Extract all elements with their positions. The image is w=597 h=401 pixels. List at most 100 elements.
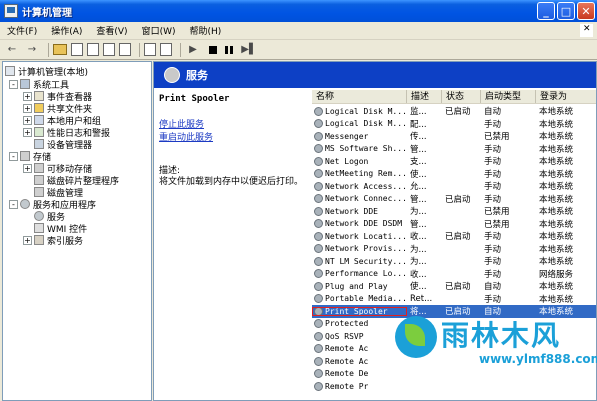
back-arrow-icon[interactable]: ←: [4, 42, 20, 58]
service-gear-icon: [314, 369, 323, 379]
service-startup-type: 已禁用: [484, 207, 510, 218]
tree-item[interactable]: 设备管理器: [23, 138, 92, 151]
service-name: Remote Pr: [325, 381, 369, 391]
tree-item[interactable]: + 索引服务: [23, 234, 83, 247]
tree-item[interactable]: - 系统工具: [9, 78, 69, 91]
service-log-on-as: 本地系统: [539, 182, 574, 193]
menu-file[interactable]: 文件(F): [0, 24, 44, 37]
service-description: 为...: [410, 257, 427, 268]
table-row[interactable]: NetMeeting Rem... 使... 手动 本地系统: [312, 168, 596, 181]
help-icon[interactable]: [144, 43, 156, 56]
table-row[interactable]: Network Locati... 收... 已启动 手动 本地系统: [312, 230, 596, 243]
restart-service-icon[interactable]: ▶▌: [241, 42, 257, 58]
mdi-close-button[interactable]: ✕: [580, 24, 593, 37]
tree-item[interactable]: WMI 控件: [23, 222, 87, 235]
menu-bar: 文件(F) 操作(A) 查看(V) 窗口(W) 帮助(H) ✕: [0, 22, 597, 40]
table-row[interactable]: Performance Lo... 收... 手动 网络服务: [312, 268, 596, 281]
stop-service-icon[interactable]: [209, 45, 217, 54]
properties-icon[interactable]: [87, 43, 99, 56]
collapse-icon[interactable]: -: [9, 79, 18, 89]
service-name-cell: Remote Ac: [312, 344, 407, 354]
service-log-on-as: 本地系统: [539, 207, 574, 218]
table-row[interactable]: Logical Disk M... 监... 已启动 自动 本地系统: [312, 105, 596, 118]
service-startup-type: 已禁用: [484, 132, 510, 143]
menu-window[interactable]: 窗口(W): [135, 24, 183, 37]
minimize-button[interactable]: _: [537, 2, 555, 20]
export-list-icon[interactable]: [119, 43, 131, 56]
service-log-on-as: 本地系统: [539, 157, 574, 168]
column-startup-type[interactable]: 启动类型: [481, 90, 536, 103]
tree-item[interactable]: 服务: [23, 210, 65, 223]
tree-root[interactable]: 计算机管理(本地): [5, 65, 88, 78]
expand-icon[interactable]: +: [23, 91, 32, 101]
service-log-on-as: 本地系统: [539, 132, 574, 143]
tree-item[interactable]: + 本地用户和组: [23, 114, 101, 127]
tree-item[interactable]: - 服务和应用程序: [9, 198, 96, 211]
table-row[interactable]: Portable Media... Ret... 手动 本地系统: [312, 293, 596, 306]
service-gear-icon: [314, 306, 323, 316]
close-button[interactable]: ✕: [577, 2, 595, 20]
tree-item[interactable]: + 事件查看器: [23, 90, 92, 103]
table-row[interactable]: MS Software Sh... 管... 手动 本地系统: [312, 143, 596, 156]
table-row[interactable]: Network Access... 允... 手动 本地系统: [312, 180, 596, 193]
column-log-on-as[interactable]: 登录为: [536, 90, 596, 103]
service-status: 已启动: [445, 107, 471, 118]
tree-item[interactable]: 磁盘管理: [23, 186, 83, 199]
expand-icon[interactable]: +: [23, 115, 32, 125]
tree-item[interactable]: - 存储: [9, 150, 51, 163]
tree-item[interactable]: + 共享文件夹: [23, 102, 92, 115]
expand-icon[interactable]: +: [23, 103, 32, 113]
column-name[interactable]: 名称: [312, 90, 407, 103]
table-row[interactable]: Network DDE DSDM 管... 已禁用 本地系统: [312, 218, 596, 231]
tree-item[interactable]: 磁盘碎片整理程序: [23, 174, 119, 187]
service-log-on-as: 本地系统: [539, 232, 574, 243]
table-row[interactable]: Net Logon 支... 手动 本地系统: [312, 155, 596, 168]
maximize-button[interactable]: □: [557, 2, 575, 20]
tree-item[interactable]: + 性能日志和警报: [23, 126, 110, 139]
service-log-on-as: 本地系统: [539, 144, 574, 155]
table-row[interactable]: Network Provis... 为... 手动 本地系统: [312, 243, 596, 256]
expand-icon[interactable]: +: [23, 163, 32, 173]
column-description[interactable]: 描述: [407, 90, 442, 103]
action-pane-icon[interactable]: [160, 43, 172, 56]
collapse-icon[interactable]: -: [9, 151, 18, 161]
column-status[interactable]: 状态: [442, 90, 481, 103]
up-folder-icon[interactable]: [53, 44, 67, 55]
expand-icon[interactable]: +: [23, 235, 32, 245]
start-service-icon[interactable]: ▶: [185, 42, 201, 58]
table-row[interactable]: Messenger 传... 已禁用 本地系统: [312, 130, 596, 143]
service-gear-icon: [314, 344, 323, 354]
window-controls: _ □ ✕: [537, 2, 595, 20]
toolbar-separator: [180, 42, 181, 57]
table-row[interactable]: Network Connec... 管... 已启动 手动 本地系统: [312, 193, 596, 206]
service-log-on-as: 本地系统: [539, 119, 574, 130]
service-description: 支...: [410, 157, 427, 168]
collapse-icon[interactable]: -: [9, 199, 18, 209]
menu-help[interactable]: 帮助(H): [183, 24, 229, 37]
service-gear-icon: [314, 206, 323, 216]
service-gear-icon: [314, 131, 323, 141]
service-gear-icon: [314, 156, 323, 166]
menu-action[interactable]: 操作(A): [44, 24, 89, 37]
pause-service-icon[interactable]: [225, 45, 233, 54]
service-name: Plug and Play: [325, 281, 388, 291]
title-bar[interactable]: 计算机管理 _ □ ✕: [0, 0, 597, 22]
expand-icon[interactable]: +: [23, 127, 32, 137]
menu-view[interactable]: 查看(V): [89, 24, 134, 37]
show-hide-tree-icon[interactable]: [71, 43, 83, 56]
table-row[interactable]: Network DDE 为... 已禁用 本地系统: [312, 205, 596, 218]
table-row[interactable]: Plug and Play 使... 已启动 自动 本地系统: [312, 280, 596, 293]
storage-icon: [20, 151, 30, 161]
service-gear-icon: [314, 356, 323, 366]
stop-service-link[interactable]: 停止此服务: [159, 119, 309, 132]
refresh-icon[interactable]: [103, 43, 115, 56]
service-name: Remote De: [325, 369, 369, 379]
table-row[interactable]: Logical Disk M... 配... 手动 本地系统: [312, 118, 596, 131]
service-log-on-as: 本地系统: [539, 194, 574, 205]
service-startup-type: 手动: [484, 144, 502, 155]
forward-arrow-icon[interactable]: →: [24, 42, 40, 58]
console-tree[interactable]: 计算机管理(本地) - 系统工具 + 事件查看器 + 共享文件夹 + 本地用户和组 + 性能日志和…: [2, 61, 152, 401]
table-row[interactable]: NT LM Security... 为... 手动 本地系统: [312, 255, 596, 268]
restart-service-link[interactable]: 重启动此服务: [159, 132, 309, 145]
tree-item[interactable]: + 可移动存储: [23, 162, 92, 175]
